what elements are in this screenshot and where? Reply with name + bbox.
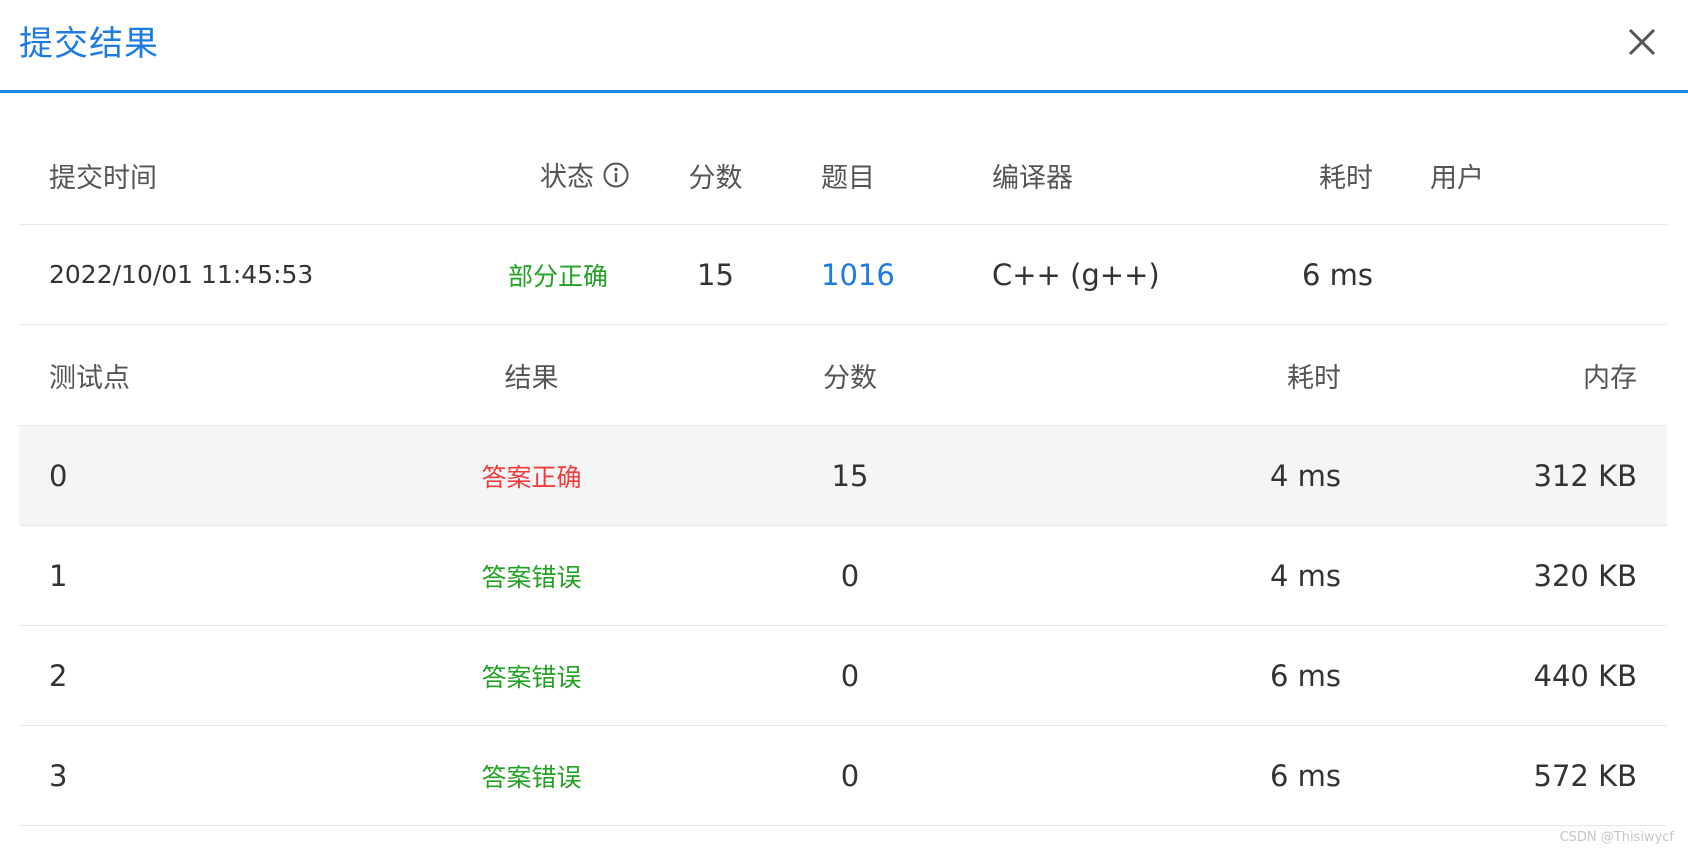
result-badge: 答案错误 [481,562,582,592]
header-submit-time: 提交时间 [19,126,456,225]
compiler-value: C++ (g++) [970,224,1233,325]
case-id: 0 [19,425,349,526]
watermark: CSDN @Thisiwycf [1559,830,1674,845]
table-row: 3 答案错误 0 6 ms 572 KB [19,725,1667,826]
time-value: 6 ms [1233,224,1383,325]
table-row: 2 答案错误 0 6 ms 440 KB [19,625,1667,726]
table-row: 1 答案错误 0 4 ms 320 KB [19,525,1667,626]
case-memory: 572 KB [1341,725,1667,826]
result-badge: 答案正确 [481,462,582,492]
case-score: 15 [714,425,986,526]
case-memory: 440 KB [1341,625,1667,726]
result-cell: 答案错误 [349,625,714,726]
header-problem: 题目 [797,126,970,225]
header-compiler: 编译器 [970,126,1233,225]
cases-header-row: 测试点 结果 分数 耗时 内存 [19,325,1667,426]
close-button[interactable] [1620,20,1664,64]
header-memory: 内存 [1341,325,1667,426]
result-cell: 答案错误 [349,525,714,626]
case-time: 4 ms [986,525,1341,626]
status-badge: 部分正确 [456,224,634,325]
case-memory: 320 KB [1341,525,1667,626]
header-result: 结果 [349,325,714,426]
header-case-score: 分数 [714,325,986,426]
submit-time-value: 2022/10/01 11:45:53 [19,224,456,325]
case-time: 4 ms [986,425,1341,526]
summary-row: 2022/10/01 11:45:53 部分正确 15 1016 C++ (g+… [19,224,1667,325]
result-cell: 答案正确 [349,425,714,526]
case-id: 1 [19,525,349,626]
header-time: 耗时 [1233,126,1383,225]
user-value[interactable] [1383,224,1667,325]
problem-link[interactable]: 1016 [821,258,895,292]
header-case: 测试点 [19,325,349,426]
case-id: 3 [19,725,349,826]
close-icon [1628,28,1656,56]
header-status-label: 状态 [540,161,594,193]
case-time: 6 ms [986,625,1341,726]
case-time: 6 ms [986,725,1341,826]
score-value: 15 [634,224,797,325]
status-value: 部分正确 [507,261,608,291]
table-row: 0 答案正确 15 4 ms 312 KB [19,425,1667,526]
case-score: 0 [714,525,986,626]
result-badge: 答案错误 [481,762,582,792]
case-score: 0 [714,625,986,726]
problem-cell: 1016 [797,224,970,325]
header-case-time: 耗时 [986,325,1341,426]
result-badge: 答案错误 [481,662,582,692]
dialog-title: 提交结果 [19,24,159,64]
test-cases-table: 测试点 结果 分数 耗时 内存 0 答案正确 15 4 ms 312 KB 1 … [19,325,1667,826]
case-memory: 312 KB [1341,425,1667,526]
dialog-header: 提交结果 [0,0,1688,93]
header-user: 用户 [1383,126,1667,225]
header-score: 分数 [634,126,797,225]
submission-summary-table: 提交时间 状态 分数 题目 编译器 耗时 用户 2022/10/01 11:45… [19,126,1667,325]
header-status: 状态 [456,126,634,225]
summary-header-row: 提交时间 状态 分数 题目 编译器 耗时 用户 [19,126,1667,225]
case-id: 2 [19,625,349,726]
case-score: 0 [714,725,986,826]
result-cell: 答案错误 [349,725,714,826]
info-icon[interactable] [602,161,630,196]
